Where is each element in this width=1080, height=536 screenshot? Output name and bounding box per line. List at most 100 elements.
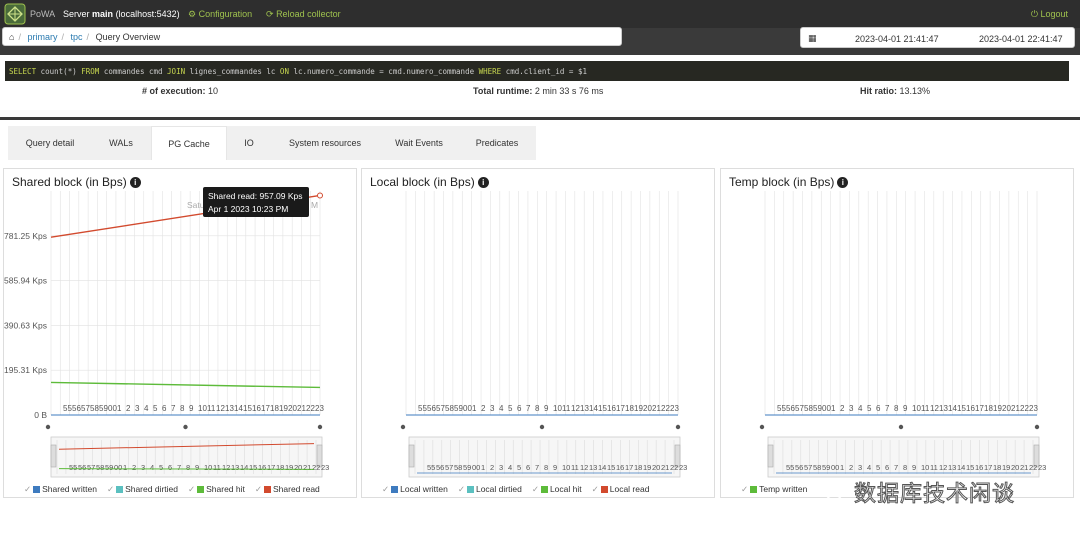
legend-label: Local hit [549,484,582,494]
watermark: 数据库技术闲谈 [808,472,1056,508]
navigator-tick-label: 56 [78,463,86,472]
logout-link[interactable]: ⏻ Logout [1031,9,1068,20]
legend-label: Shared dirtied [125,484,178,494]
navigator-tick-label: 8 [186,463,190,472]
calendar-icon: ▦ [808,33,817,43]
navigator-tick-label: 58 [454,463,462,472]
legend-item[interactable]: ✓ Local dirtied [458,484,522,494]
navigator-tick-label: 14 [957,463,965,472]
navigator-tick-label: 4 [867,463,871,472]
navigator-handle-left [767,444,774,468]
navigator-tick-label: 59 [463,463,471,472]
series-line-hit [50,381,321,389]
query-summary: SELECT count(*) FROM commandes cmd JOIN … [0,55,1080,117]
tab-wait-events[interactable]: Wait Events [380,126,458,160]
runtime-stat: Total runtime: 2 min 33 s 76 ms [473,86,604,96]
navigator-tick-label: 58 [96,463,104,472]
navigator-tick-label: 15 [966,463,974,472]
check-icon: ✓ [24,484,32,494]
legend-item[interactable]: ✓ Shared written [24,484,97,494]
navigator-dot [539,424,545,430]
navigator-tick-label: 7 [177,463,181,472]
navigator-tick-label: 23 [321,463,329,472]
temp-block-chart[interactable]: 55 56 57 58 59 00 1 2 3 4 5 6 7 8 9 10 11 12 13 14 15 16 17 18 1… [721,169,1075,499]
x-tick-label: 11 [921,404,930,413]
reload-collector-link[interactable]: ⟳ Reload collector [266,9,341,20]
navigator-tick-label: 7 [535,463,539,472]
tab-system-resources[interactable]: System resources [270,126,380,160]
check-icon: ✓ [187,484,196,494]
legend-label: Temp written [759,484,808,494]
x-tick-label: 2 [126,404,131,413]
navigator-handle-left [408,444,415,468]
navigator-tick-label: 1 [481,463,485,472]
navigator-tick-label: 10 [562,463,570,472]
y-tick-label: 585.94 Kps [4,276,47,286]
legend-item[interactable]: ✓ Local hit [532,484,582,494]
navigator-dot [183,424,188,430]
breadcrumb-tpc[interactable]: tpc [71,32,83,42]
navigator-dot [1034,424,1040,430]
navigator-tick-label: 23 [1038,463,1046,472]
x-tick-label: 4 [144,404,149,413]
tab-query-detail[interactable]: Query detail [8,126,92,160]
legend-item[interactable]: ✓ Temp written [741,484,807,494]
navigator-dot [45,424,51,430]
tab-io[interactable]: IO [228,126,270,160]
breadcrumb-primary[interactable]: primary [27,32,57,42]
navigator-tick-label: 18 [634,463,642,472]
legend-item[interactable]: ✓ Local read [592,484,650,494]
legend-item[interactable]: ✓ Shared read [255,484,320,494]
x-tick-label: 4 [499,404,504,413]
legend-item[interactable]: ✓ Local written [382,484,448,494]
navigator-tick-label: 19 [643,463,651,472]
temp-block-panel: Temp block (in Bps) i 55 56 57 58 59 00 1 2 3 4 5 6 7… [720,168,1074,498]
navigator-tick-label: 57 [445,463,453,472]
y-tick-label: 781.25 Kps [4,231,47,241]
navigator-tick-label: 4 [508,463,512,472]
navigator-tick-label: 16 [616,463,624,472]
navigator-dot [759,424,765,430]
x-tick-label: 23 [1029,404,1038,413]
powa-logo-icon[interactable] [4,3,26,25]
legend-label: Local dirtied [475,484,522,494]
navigator-series-hit [58,468,315,470]
navigator-tick-label: 5 [876,463,880,472]
navigator-dot [400,424,406,430]
query-text: SELECT count(*) FROM commandes cmd JOIN … [5,61,1069,81]
navigator-tick-label: 14 [598,463,606,472]
navigator-tick-label: 22 [1029,463,1037,472]
date-range-picker[interactable]: ▦ 2023-04-01 21:41:47 2023-04-01 22:41:4… [800,27,1075,48]
temp-block-legend: ✓ Temp written [741,484,817,495]
check-icon: ✓ [382,484,390,494]
navigator-tick-label: 00 [472,463,480,472]
check-icon: ✓ [591,484,599,494]
tab-wals[interactable]: WALs [92,126,150,160]
legend-swatch [391,486,399,494]
local-block-chart[interactable]: 55 56 57 58 59 00 1 2 3 4 5 6 7 8 9 10 11 12 13 14 15 16 17 18 1… [362,169,716,499]
navigator-tick-label: 20 [294,463,302,472]
legend-item[interactable]: ✓ Shared dirtied [107,484,178,494]
date-to[interactable]: 2023-04-01 22:41:47 [979,34,1063,44]
navigator-tick-label: 12 [580,463,588,472]
x-tick-label: 4 [858,404,863,413]
legend-swatch [263,486,271,494]
legend-item[interactable]: ✓ Shared hit [188,484,245,494]
shared-block-chart[interactable]: 0 B 195.31 Kps 390.63 Kps 585.94 Kps 781.25 … [4,169,358,499]
x-tick-label: 11 [562,404,571,413]
navigator-tick-label: 20 [652,463,660,472]
navigator-tick-label: 58 [813,463,821,472]
date-from[interactable]: 2023-04-01 21:41:47 [855,34,939,44]
configuration-link[interactable]: ⚙ Configuration [188,9,252,20]
navigator-tick-label: 22 [312,463,320,472]
home-icon[interactable]: ⌂ [9,32,14,42]
legend-label: Shared read [272,484,320,494]
brand-name[interactable]: PoWA [30,9,55,19]
x-tick-label: 8 [894,404,899,413]
navigator-tick-label: 10 [921,463,929,472]
tab-pg-cache[interactable]: PG Cache [151,126,227,160]
tab-predicates[interactable]: Predicates [458,126,536,160]
x-tick-label: 9 [903,404,908,413]
navigator-tick-label: 21 [303,463,311,472]
hover-label: M [311,200,318,210]
